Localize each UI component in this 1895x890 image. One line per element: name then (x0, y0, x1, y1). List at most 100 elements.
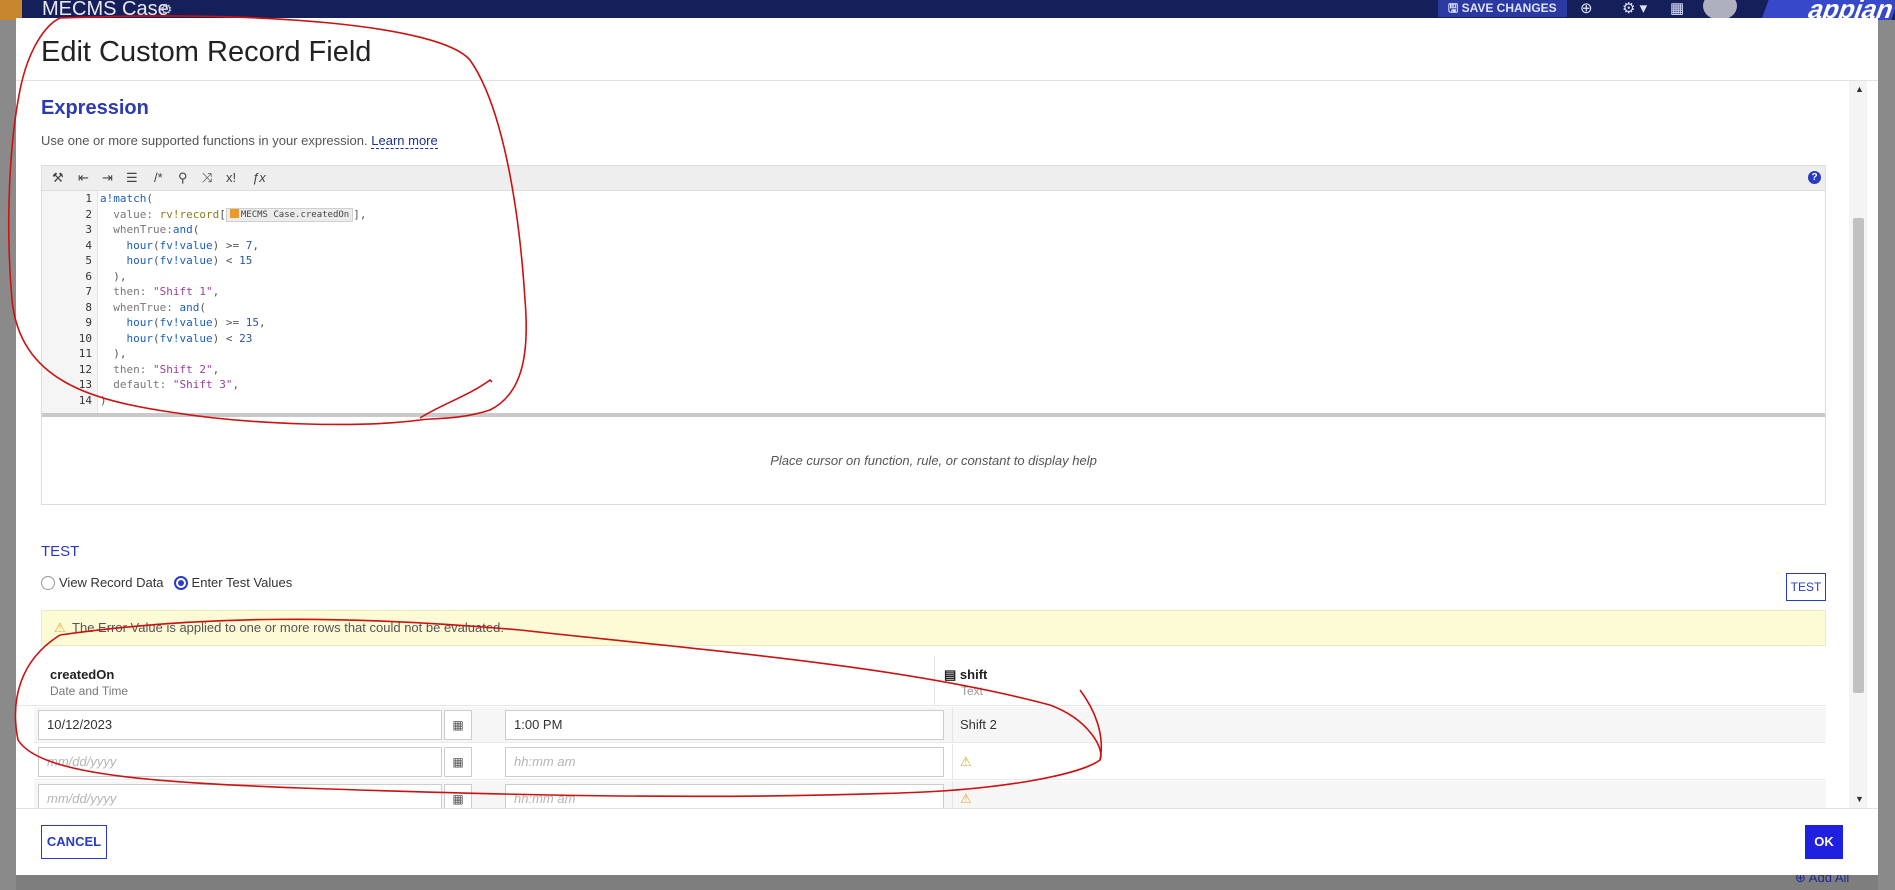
record-type-icon (229, 208, 239, 218)
code-area[interactable]: a!match( value: rv!record[MECMS Case.cre… (100, 191, 1820, 413)
table-row: 10/12/2023 ▦ 1:00 PM Shift 2 (34, 707, 1826, 743)
calendar-icon[interactable]: ▦ (444, 747, 472, 777)
line-number: 11 (78, 347, 92, 360)
code-line: a!match( (100, 192, 153, 205)
line-number: 5 (85, 254, 92, 267)
view-record-data-label[interactable]: View Record Data (59, 575, 164, 590)
code-line: then: "Shift 1", (113, 285, 220, 298)
code-line: value: rv!record[MECMS Case.createdOn], (113, 207, 367, 222)
view-record-data-radio[interactable] (41, 575, 55, 590)
globe-search-icon[interactable]: ⊕ (1580, 0, 1593, 17)
code-line: whenTrue:and( (113, 223, 200, 236)
function-icon[interactable]: ƒx (252, 170, 266, 185)
column-divider (952, 744, 953, 780)
ok-button[interactable]: OK (1805, 825, 1843, 859)
save-changes-button[interactable]: 🖫 SAVE CHANGES (1438, 0, 1567, 17)
line-number: 9 (85, 316, 92, 329)
apps-grid-icon[interactable]: ▦ (1670, 0, 1684, 17)
line-number: 12 (78, 362, 92, 376)
column-header-shift: ▤ shift (944, 667, 988, 682)
warning-banner: ⚠ The Error Value is applied to one or m… (41, 610, 1826, 646)
learn-more-link[interactable]: Learn more (371, 133, 438, 149)
expression-description: Use one or more supported functions in y… (41, 133, 438, 149)
warning-icon: ⚠ (960, 791, 972, 806)
avatar[interactable] (1703, 0, 1737, 20)
line-number: 7 (85, 285, 92, 298)
calculator-icon: ▤ (944, 667, 957, 682)
indent-icon[interactable]: ⇥ (102, 170, 113, 186)
line-number: 6 (85, 269, 92, 283)
calendar-icon[interactable]: ▦ (444, 784, 472, 808)
code-line: ), (100, 269, 127, 283)
gear-dropdown-icon[interactable]: ⚙ ▾ (1622, 0, 1647, 17)
dialog-content: Expression Use one or more supported fun… (16, 81, 1861, 808)
warning-text: The Error Value is applied to one or mor… (72, 620, 504, 635)
test-mode-radio-group: View Record Data Enter Test Values (41, 575, 292, 590)
enter-test-values-radio[interactable] (173, 575, 188, 590)
code-line: hour(fv!value) >= 7, (126, 238, 259, 252)
scroll-thumb[interactable] (1853, 218, 1864, 693)
code-line: hour(fv!value) < 23 (126, 331, 253, 345)
test-button[interactable]: TEST (1786, 573, 1826, 601)
time-input[interactable]: hh:mm am (505, 747, 944, 777)
column-divider (952, 707, 953, 743)
line-number-gutter: 1 2 3 4 5 6 7 8 9 10 11 12 13 14 (42, 191, 98, 413)
line-number: 3 (85, 223, 92, 236)
table-row: mm/dd/yyyy ▦ hh:mm am ⚠ (34, 781, 1826, 808)
line-number: 13 (78, 378, 92, 391)
date-input[interactable]: mm/dd/yyyy (38, 784, 442, 808)
outdent-icon[interactable]: ⇤ (78, 170, 89, 186)
help-icon[interactable]: ? (1808, 171, 1821, 184)
shift-result: Shift 2 (960, 717, 997, 732)
background-page-bottom (16, 875, 1878, 890)
warning-icon: ⚠ (960, 754, 972, 769)
column-divider (952, 781, 953, 808)
column-divider (934, 656, 935, 706)
time-input[interactable]: 1:00 PM (505, 710, 944, 740)
edit-custom-record-field-dialog: Edit Custom Record Field Expression Use … (16, 18, 1878, 875)
code-line: then: "Shift 2", (113, 362, 220, 376)
line-number: 4 (85, 238, 92, 252)
comment-icon[interactable]: /* (154, 170, 163, 185)
test-section-title: TEST (41, 543, 80, 560)
footer-divider (16, 808, 1878, 809)
column-type-createdon: Date and Time (50, 684, 129, 698)
column-header-createdon: createdOn (50, 667, 115, 682)
brand-logo: appian (1761, 0, 1895, 24)
code-line: hour(fv!value) < 15 (126, 254, 253, 267)
expression-editor[interactable]: ⚒ ⇤ ⇥ ☰ /* ⚲ ⤨ x! ƒx ? 1 2 3 4 5 6 7 8 9 (41, 165, 1826, 505)
expression-section-title: Expression (41, 97, 149, 119)
settings-icon[interactable]: ⚙ (160, 1, 173, 18)
line-number: 10 (78, 331, 92, 345)
code-line: whenTrue: and( (113, 300, 206, 314)
exclamation-icon[interactable]: x! (226, 170, 236, 185)
shuffle-icon[interactable]: ⤨ (202, 170, 212, 186)
scroll-up-arrow[interactable]: ▲ (1855, 84, 1864, 94)
search-icon[interactable]: ⚲ (178, 170, 188, 186)
function-help-pane: Place cursor on function, rule, or const… (42, 417, 1825, 504)
code-line: default: "Shift 3", (113, 378, 240, 391)
list-icon[interactable]: ☰ (126, 170, 138, 186)
date-input[interactable]: 10/12/2023 (38, 710, 442, 740)
app-logo (0, 0, 22, 20)
line-number: 8 (85, 300, 92, 314)
line-number: 14 (78, 393, 92, 407)
time-input[interactable]: hh:mm am (505, 784, 944, 808)
cancel-button[interactable]: CANCEL (41, 825, 107, 859)
editor-toolbar: ⚒ ⇤ ⇥ ☰ /* ⚲ ⤨ x! ƒx ? (42, 166, 1825, 191)
code-line: ) (100, 393, 107, 407)
record-field-token: MECMS Case.createdOn (225, 207, 354, 222)
line-number: 2 (85, 207, 92, 221)
magic-wand-icon[interactable]: ⚒ (52, 170, 64, 186)
code-line: ), (100, 347, 127, 360)
background-page-right (1878, 20, 1895, 890)
date-input[interactable]: mm/dd/yyyy (38, 747, 442, 777)
calendar-icon[interactable]: ▦ (444, 710, 472, 740)
scroll-down-arrow[interactable]: ▼ (1855, 794, 1864, 804)
enter-test-values-label[interactable]: Enter Test Values (192, 575, 293, 590)
line-number: 1 (85, 192, 92, 205)
dialog-title: Edit Custom Record Field (41, 36, 372, 68)
warning-icon: ⚠ (54, 620, 66, 635)
code-line: hour(fv!value) >= 15, (126, 316, 266, 329)
app-header: MECMS Case ⚙ 🖫 SAVE CHANGES ⊕ ⚙ ▾ ▦ appi… (0, 0, 1895, 24)
